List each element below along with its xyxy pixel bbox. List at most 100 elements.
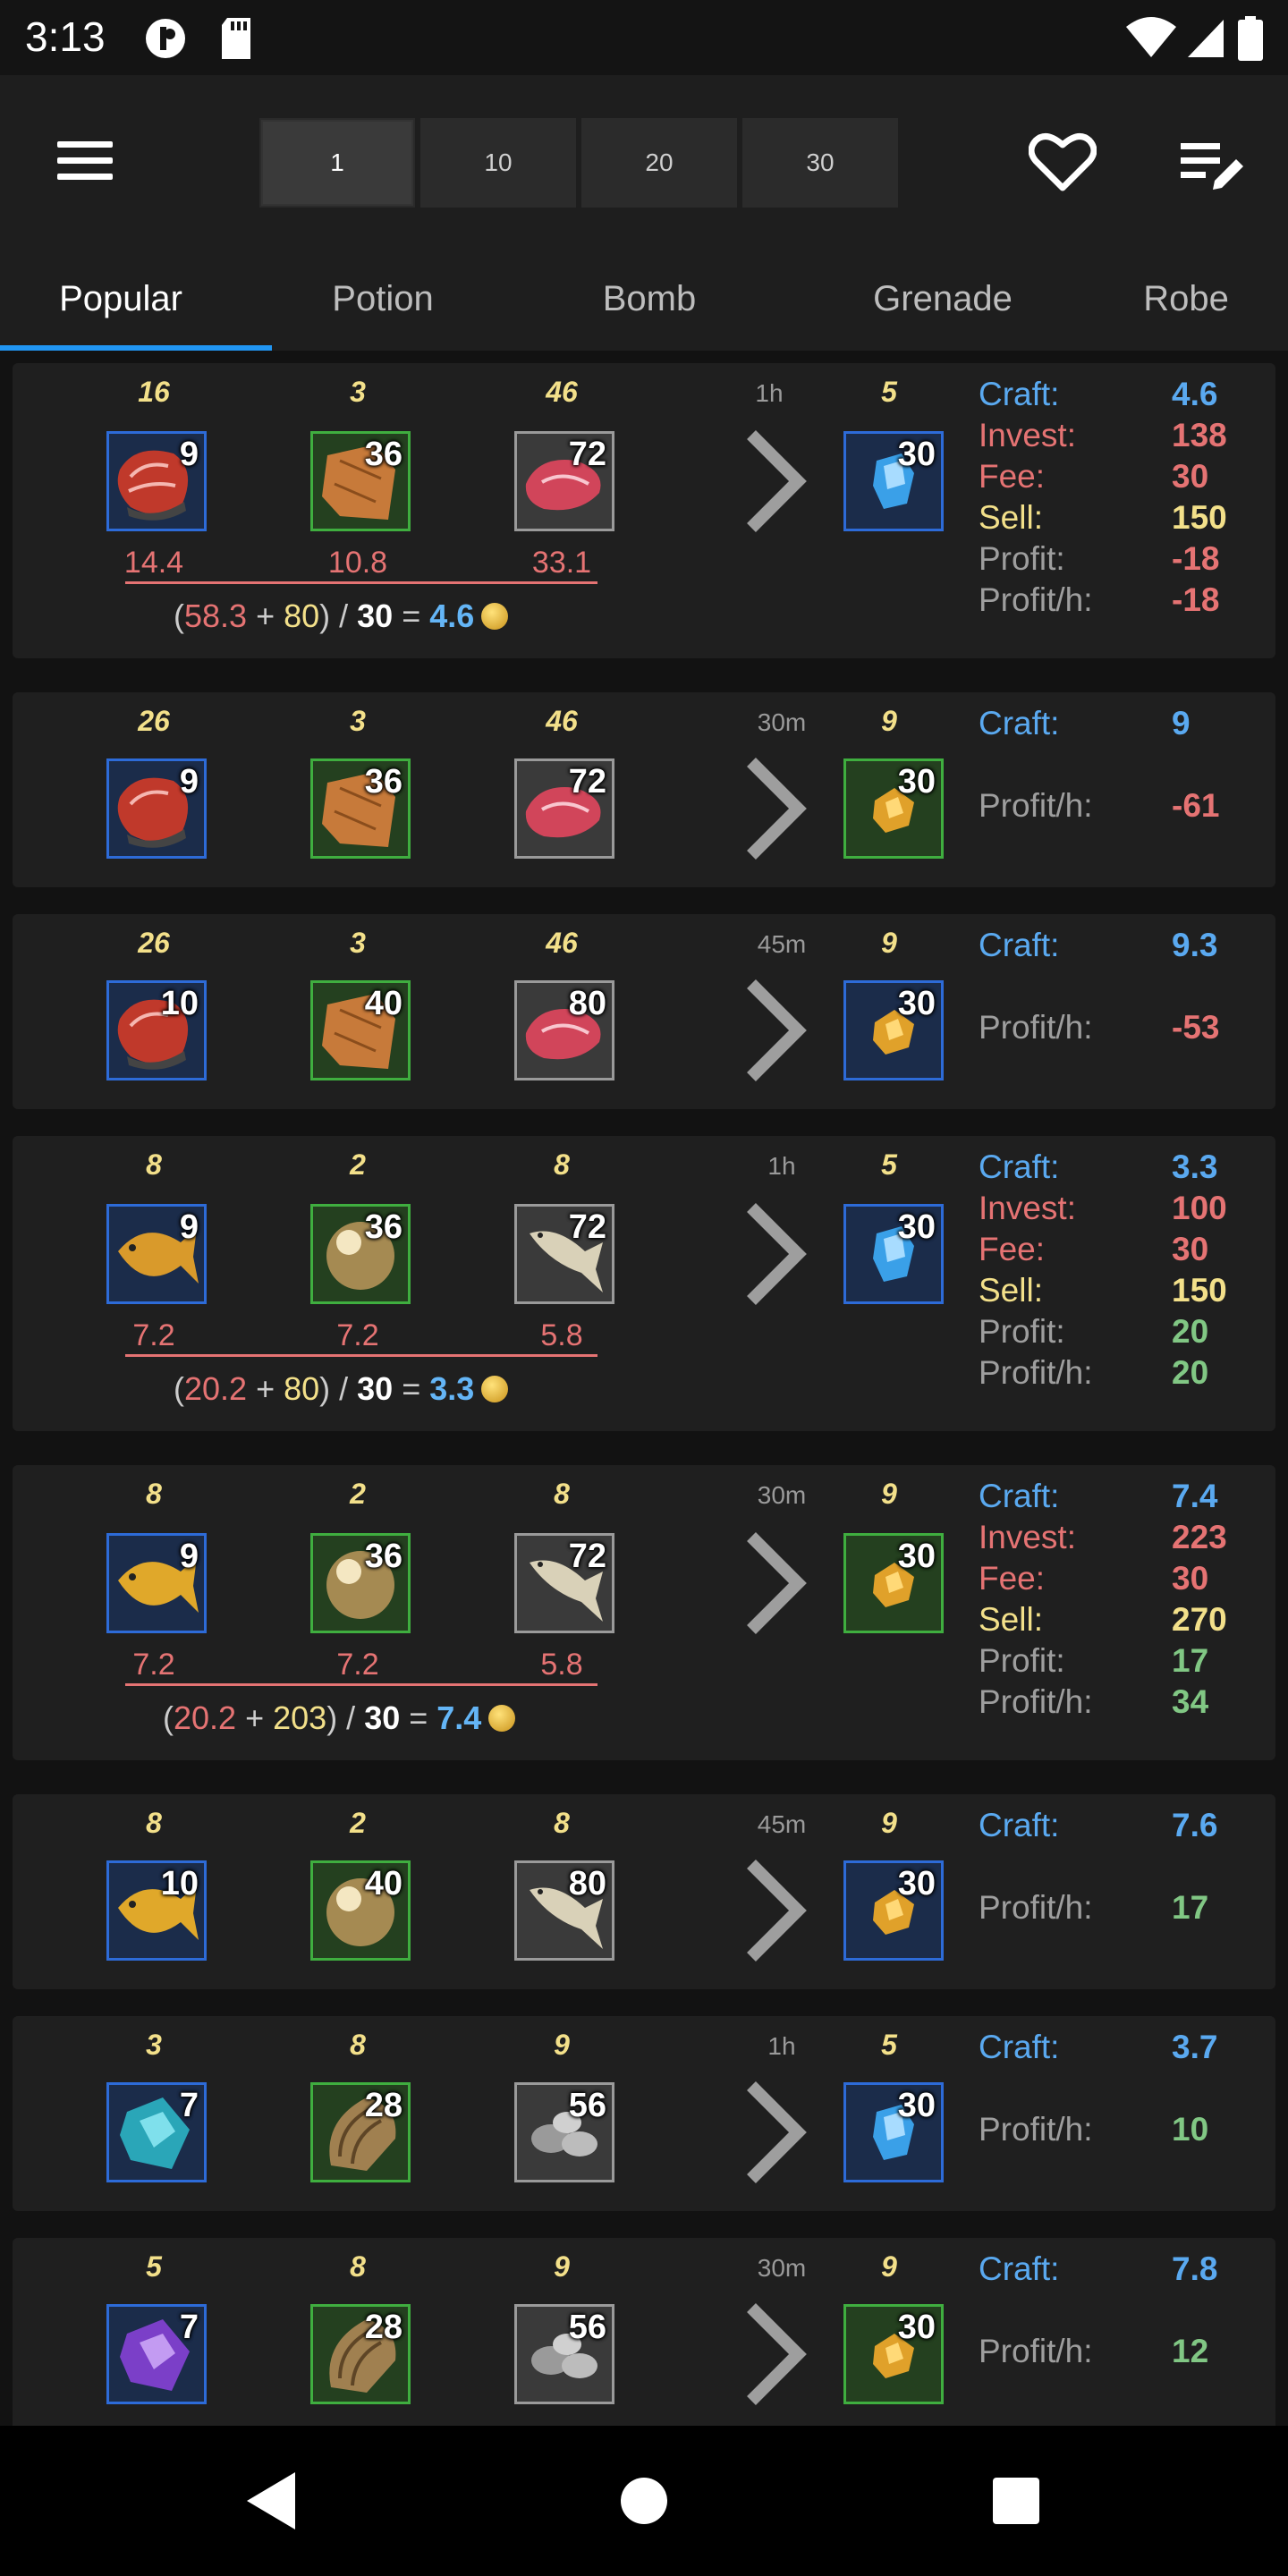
stat-label: Profit/h: [979, 787, 1093, 824]
stack-count: 72 [568, 1208, 606, 1246]
stat-value: 7.8 [1172, 2250, 1218, 2287]
stat-label: Craft: [979, 1148, 1060, 1185]
stat-value: 17 [1172, 1642, 1209, 1679]
favorite-heart-icon[interactable] [1029, 132, 1097, 193]
edit-list-icon[interactable] [1179, 138, 1245, 195]
ingredient-slot[interactable]: 9 [106, 1204, 207, 1304]
ingredient-price: 33.1 [531, 546, 592, 580]
ingredient-slot[interactable]: 72 [514, 1533, 614, 1633]
stat-label: Invest: [979, 1519, 1076, 1555]
ingredient-slot[interactable]: 9 [106, 1533, 207, 1633]
ingredient-slot[interactable]: 36 [310, 1533, 411, 1633]
tab-grenade[interactable]: Grenade [844, 247, 1041, 351]
ingredient-slot[interactable]: 10 [106, 980, 207, 1080]
wifi-icon [1126, 17, 1176, 57]
chevron-right-icon [747, 758, 807, 860]
ingredient-slot[interactable]: 80 [514, 1860, 614, 1961]
recipe-card[interactable]: 26 3 46 30m 9 9 36 72 30 Craft: 9 Profit… [13, 692, 1275, 887]
ingredient-quantity: 3 [146, 2029, 162, 2061]
ingredient-slot[interactable]: 56 [514, 2304, 614, 2404]
ingredient-slot[interactable]: 7 [106, 2304, 207, 2404]
tab-bomb[interactable]: Bomb [551, 247, 748, 351]
result-slot[interactable]: 30 [843, 1204, 944, 1304]
stack-count: 30 [897, 2087, 936, 2124]
stack-count: 7 [179, 2309, 199, 2346]
coin-icon [488, 1705, 516, 1732]
ingredient-slot[interactable]: 40 [310, 980, 411, 1080]
ingredient-quantity: 26 [138, 927, 170, 959]
recipe-card[interactable]: 8 2 8 1h 5 9 36 72 30 7.2 7.2 5.8 (20.2 … [13, 1136, 1275, 1431]
craft-time: 30m [757, 2254, 807, 2282]
stat-label: Profit: [979, 540, 1065, 577]
ingredient-quantity: 2 [350, 1807, 366, 1839]
stat-label: Sell: [979, 1272, 1043, 1309]
recipe-card[interactable]: 8 2 8 30m 9 9 36 72 30 7.2 7.2 5.8 (20.2… [13, 1465, 1275, 1760]
top-toolbar: 1 10 20 30 [0, 75, 1288, 247]
ingredient-quantity: 2 [350, 1148, 366, 1181]
stat-label: Craft: [979, 1478, 1060, 1514]
quantity-option-1[interactable]: 1 [259, 118, 415, 208]
ingredient-slot[interactable]: 7 [106, 2082, 207, 2182]
stack-count: 9 [179, 436, 199, 473]
ingredient-slot[interactable]: 80 [514, 980, 614, 1080]
ingredient-slot[interactable]: 36 [310, 431, 411, 531]
stack-count: 28 [364, 2087, 402, 2124]
result-slot[interactable]: 30 [843, 1860, 944, 1961]
result-slot[interactable]: 30 [843, 2304, 944, 2404]
sd-card-icon [222, 18, 250, 59]
craft-time: 30m [757, 708, 807, 736]
recipe-card[interactable]: 26 3 46 45m 9 10 40 80 30 Craft: 9.3 Pro… [13, 914, 1275, 1109]
chevron-right-icon [747, 1203, 807, 1305]
recipe-card[interactable]: 8 2 8 45m 9 10 40 80 30 Craft: 7.6 Profi… [13, 1794, 1275, 1989]
ingredient-slot[interactable]: 10 [106, 1860, 207, 1961]
back-icon[interactable] [240, 2467, 308, 2535]
price-divider [125, 1354, 597, 1357]
result-slot[interactable]: 30 [843, 758, 944, 859]
ingredient-slot[interactable]: 28 [310, 2082, 411, 2182]
stat-value: 7.6 [1172, 1807, 1218, 1843]
recents-icon[interactable] [982, 2467, 1050, 2535]
ingredient-slot[interactable]: 40 [310, 1860, 411, 1961]
tab-robe[interactable]: Robe [1106, 247, 1267, 351]
ingredient-slot[interactable]: 72 [514, 758, 614, 859]
ingredient-slot[interactable]: 9 [106, 431, 207, 531]
stack-count: 36 [364, 1208, 402, 1246]
recipe-card[interactable]: 5 8 9 30m 9 7 28 56 30 Craft: 7.8 Profit… [13, 2238, 1275, 2426]
result-slot[interactable]: 30 [843, 980, 944, 1080]
quantity-option-10[interactable]: 10 [420, 118, 576, 208]
stat-value: 20 [1172, 1313, 1209, 1350]
result-slot[interactable]: 30 [843, 2082, 944, 2182]
result-slot[interactable]: 30 [843, 431, 944, 531]
ingredient-quantity: 2 [350, 1478, 366, 1510]
tab-potion[interactable]: Potion [284, 247, 481, 351]
quantity-option-20[interactable]: 20 [581, 118, 737, 208]
menu-button[interactable] [54, 136, 116, 186]
ingredient-slot[interactable]: 56 [514, 2082, 614, 2182]
stack-count: 36 [364, 436, 402, 473]
recipe-list[interactable]: 16 3 46 1h 5 9 36 72 30 14.4 10.8 33.1 (… [0, 351, 1288, 2426]
result-slot[interactable]: 30 [843, 1533, 944, 1633]
ingredient-slot[interactable]: 36 [310, 1204, 411, 1304]
chevron-right-icon [747, 1532, 807, 1634]
home-icon[interactable] [610, 2467, 678, 2535]
tab-popular[interactable]: Popular [0, 247, 242, 351]
stat-label: Craft: [979, 927, 1060, 963]
recipe-card[interactable]: 16 3 46 1h 5 9 36 72 30 14.4 10.8 33.1 (… [13, 363, 1275, 658]
ingredient-slot[interactable]: 72 [514, 1204, 614, 1304]
ingredient-price: 7.2 [336, 1648, 379, 1682]
stack-count: 80 [568, 1865, 606, 1902]
ingredient-slot[interactable]: 9 [106, 758, 207, 859]
result-quantity: 9 [881, 927, 897, 959]
ingredient-price: 7.2 [336, 1318, 379, 1352]
stat-label: Profit/h: [979, 1889, 1093, 1926]
ingredient-quantity: 8 [146, 1807, 162, 1839]
stat-value: 3.3 [1172, 1148, 1218, 1185]
result-quantity: 9 [881, 1478, 897, 1510]
ingredient-slot[interactable]: 28 [310, 2304, 411, 2404]
recipe-card[interactable]: 3 8 9 1h 5 7 28 56 30 Craft: 3.7 Profit/… [13, 2016, 1275, 2211]
stack-count: 40 [364, 985, 402, 1022]
ingredient-price: 7.2 [132, 1318, 175, 1352]
quantity-option-30[interactable]: 30 [742, 118, 898, 208]
ingredient-slot[interactable]: 36 [310, 758, 411, 859]
ingredient-slot[interactable]: 72 [514, 431, 614, 531]
